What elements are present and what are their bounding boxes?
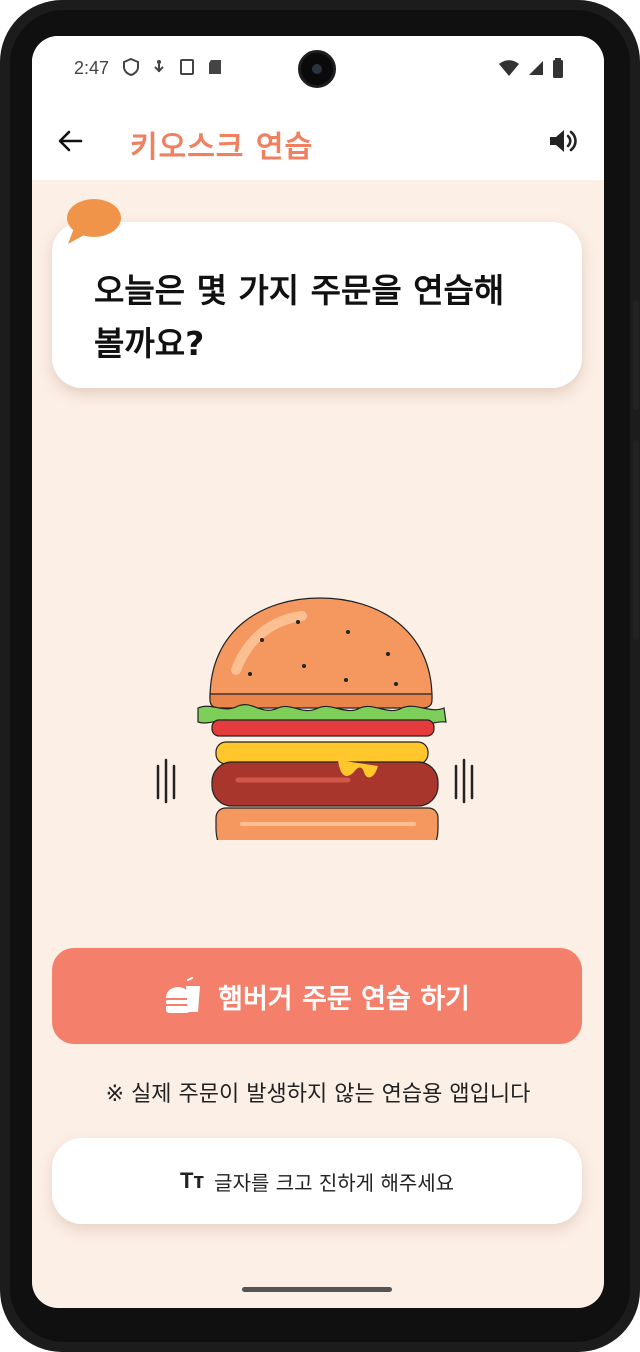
shield-icon	[122, 57, 140, 77]
bubble-message: 오늘은 몇 가지 주문을 연습해 볼까요?	[94, 271, 505, 363]
order-practice-label: 햄버거 주문 연습 하기	[218, 983, 470, 1015]
wifi-icon	[498, 59, 520, 81]
gesture-nav-handle[interactable]	[242, 1287, 392, 1292]
text-size-icon: Tт	[179, 1168, 205, 1193]
app-bar: 키오스크 연습	[32, 104, 604, 180]
battery-icon	[552, 58, 564, 82]
status-bar: 2:47	[32, 36, 604, 104]
status-icons-left	[120, 57, 224, 77]
signal-icon	[528, 59, 544, 81]
speech-bubble-icon	[64, 198, 122, 246]
page-title: 키오스크 연습	[130, 130, 314, 165]
volume-rocker	[633, 440, 639, 640]
screenshot-icon	[178, 58, 196, 76]
volume-icon[interactable]	[546, 124, 580, 158]
power-button	[633, 300, 639, 410]
usb-icon	[150, 58, 168, 76]
order-practice-button[interactable]: 햄버거 주문 연습 하기	[52, 948, 582, 1044]
sd-card-icon	[206, 58, 224, 76]
speech-bubble-card: 오늘은 몇 가지 주문을 연습해 볼까요?	[52, 222, 582, 388]
font-size-button[interactable]: Tт 글자를 크고 진하게 해주세요	[52, 1138, 582, 1224]
app-screen: 2:47 키오스크 연습 오늘은 몇 가지 주문을 연습해 볼까요? 햄버거 주…	[32, 36, 604, 1308]
burger-drink-icon	[164, 976, 204, 1016]
status-icons-right	[498, 58, 564, 82]
font-size-label: 글자를 크고 진하게 해주세요	[214, 1170, 455, 1195]
hamburger-illustration	[152, 590, 492, 869]
status-time: 2:47	[74, 58, 110, 78]
practice-notice: ※ 실제 주문이 발생하지 않는 연습용 앱입니다	[105, 1082, 531, 1107]
front-camera	[298, 50, 336, 88]
arrow-left-icon[interactable]	[54, 124, 88, 158]
